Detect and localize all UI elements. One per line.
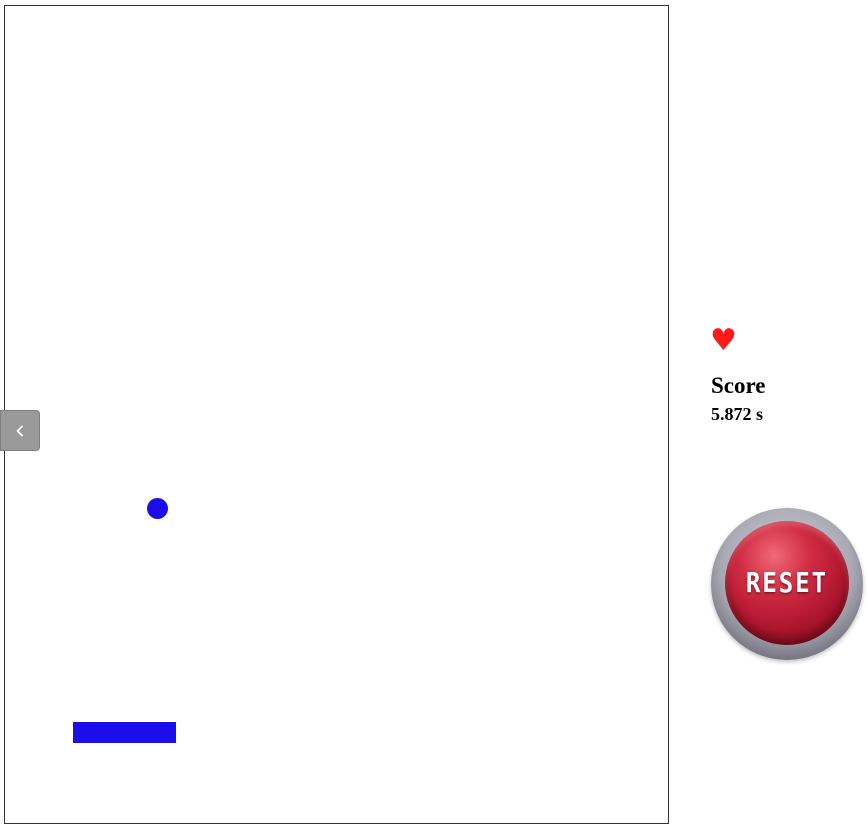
sidebar-toggle-button[interactable] xyxy=(0,410,40,451)
ball xyxy=(147,498,168,519)
reset-label: RESET xyxy=(745,566,829,600)
score-title: Score xyxy=(711,373,766,398)
game-screen: ♥ Score 5.872 s RESET xyxy=(0,0,868,828)
game-board[interactable] xyxy=(4,5,669,824)
lives-display: ♥ xyxy=(710,326,737,356)
paddle[interactable] xyxy=(73,722,176,743)
score-value: 5.872 s xyxy=(711,404,764,424)
heart-icon: ♥ xyxy=(710,323,737,358)
reset-button-face: RESET xyxy=(725,521,849,645)
reset-button[interactable]: RESET xyxy=(711,508,863,660)
chevron-left-icon xyxy=(16,425,23,436)
